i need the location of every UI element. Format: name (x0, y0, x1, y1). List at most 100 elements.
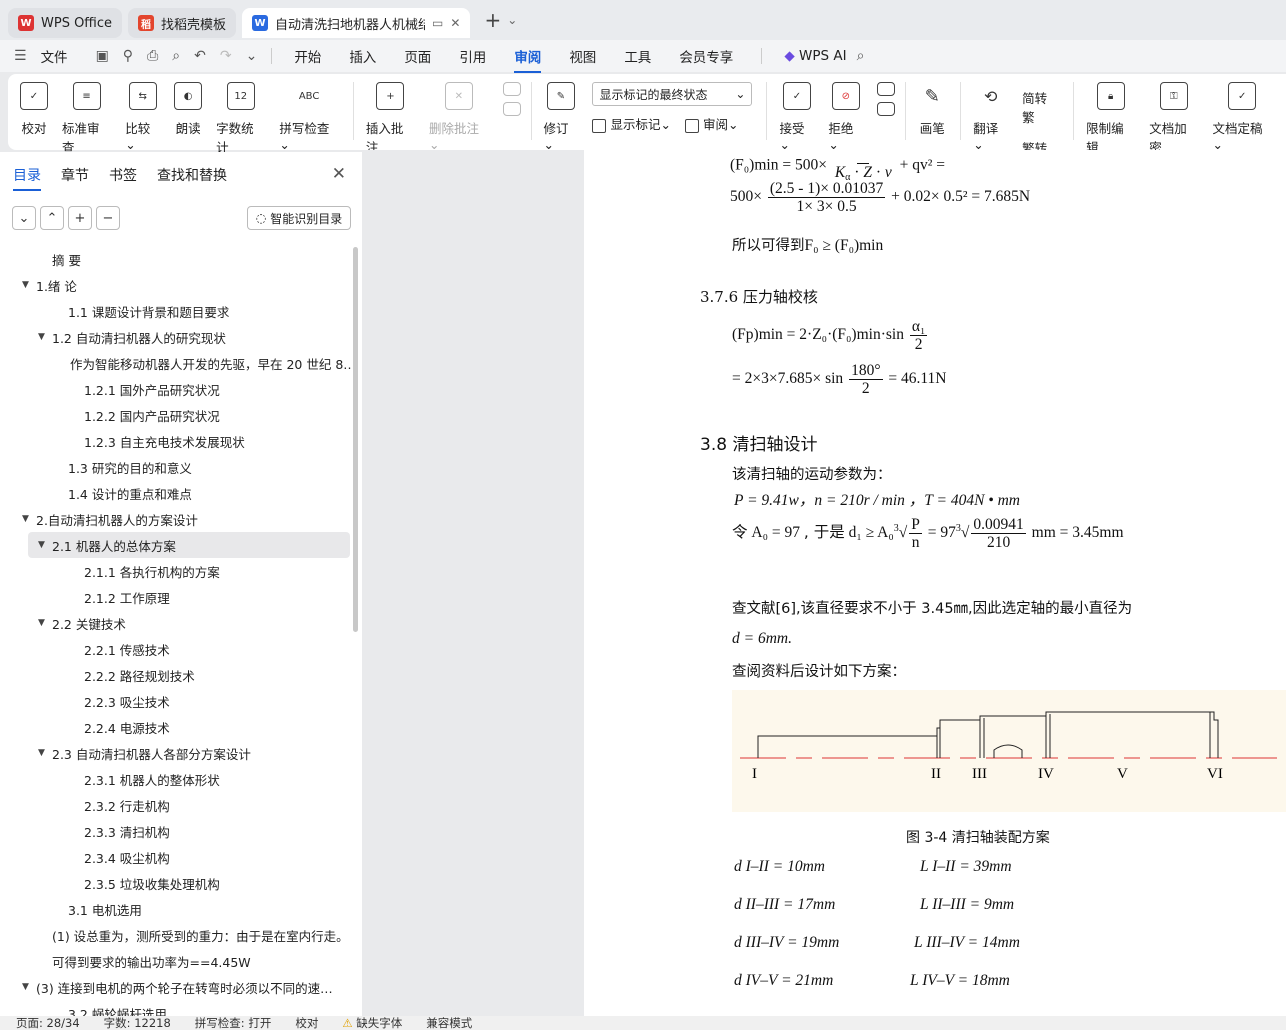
display-state-select[interactable]: 显示标记的最终状态 ⌄ (592, 82, 753, 106)
menu-file[interactable]: 文件 (41, 46, 68, 66)
toc-item[interactable]: 3.1 电机选用 (0, 896, 352, 922)
restrict-edit-button[interactable]: 🔒︎ 限制编辑 (1086, 82, 1135, 156)
toc-item[interactable]: 2.1.2 工作原理 (0, 584, 352, 610)
toc-item[interactable]: 1.4 设计的重点和难点 (0, 480, 352, 506)
menu-reference[interactable]: 引用 (459, 46, 486, 66)
toc-item[interactable]: 2.3.3 清扫机构 (0, 818, 352, 844)
track-changes-button[interactable]: ✎ 修订⌄ (544, 82, 579, 152)
finalize-button[interactable]: ✓ 文档定稿⌄ (1212, 82, 1272, 152)
review-pane-button[interactable]: 审阅⌄ (684, 114, 738, 133)
toc-item[interactable]: 1.2.1 国外产品研究状况 (0, 376, 352, 402)
translate-button[interactable]: ⟲ 翻译⌄ (973, 82, 1008, 153)
toc-item[interactable]: ▼ 2.自动清扫机器人的方案设计 (0, 506, 352, 532)
ink-button[interactable]: ✎ 画笔 (918, 82, 946, 137)
add-icon[interactable]: + (68, 206, 92, 230)
close-icon[interactable]: ✕ (450, 16, 460, 30)
toc-item[interactable]: ▼ 2.3 自动清扫机器人各部分方案设计 (0, 740, 352, 766)
compare-button[interactable]: ⇆ 比较⌄ (125, 82, 160, 152)
show-marks-button[interactable]: 显示标记⌄ (592, 114, 671, 133)
toc-item[interactable]: 2.2.3 吸尘技术 (0, 688, 352, 714)
chevron-down-icon[interactable]: ⌄ (507, 13, 517, 27)
menu-view[interactable]: 视图 (569, 46, 596, 66)
chevron-down-icon[interactable]: ▼ (38, 332, 52, 342)
toc-item[interactable]: 2.2.2 路径规划技术 (0, 662, 352, 688)
word-count-button[interactable]: 12 字数统计 (216, 82, 265, 156)
chevron-down-icon[interactable]: ▼ (22, 982, 36, 992)
tab-document[interactable]: W 自动清洗扫地机器人机械结构 ▭ ✕ (242, 8, 471, 38)
undo-icon[interactable]: ↶ (194, 48, 206, 64)
tab-wps-office[interactable]: W WPS Office (8, 8, 123, 38)
chevron-down-icon[interactable]: ▼ (38, 748, 52, 758)
toc-item[interactable]: 1.2.2 国内产品研究状况 (0, 402, 352, 428)
tab-template[interactable]: 稻 找稻壳模板 (128, 8, 237, 38)
save-icon[interactable]: ▣ (96, 48, 109, 64)
close-icon[interactable]: ✕ (332, 164, 346, 184)
proof-button[interactable]: ✓ 校对 (20, 82, 48, 137)
scrollbar[interactable] (353, 247, 358, 632)
new-tab-icon[interactable]: + (484, 8, 501, 32)
toc-item[interactable]: 1.3 研究的目的和意义 (0, 454, 352, 480)
word-count-status[interactable]: 字数: 12218 (104, 1016, 171, 1030)
toc-item[interactable]: 摘 要 (0, 246, 352, 272)
toc-item[interactable]: ▼ 2.2 关键技术 (0, 610, 352, 636)
toc-item[interactable]: ▼ 1.2 自动清扫机器人的研究现状 (0, 324, 352, 350)
menu-wps-ai[interactable]: ◆ WPS AI (784, 48, 846, 64)
smart-toc-button[interactable]: ◌ 智能识别目录 (247, 206, 351, 230)
hamburger-icon[interactable]: ☰ (14, 48, 27, 64)
chevron-down-icon[interactable]: ▼ (38, 540, 52, 550)
toc-item[interactable]: ▼ 2.1 机器人的总体方案 (28, 532, 350, 558)
change-nav-button[interactable] (877, 82, 896, 124)
tab-bookmarks[interactable]: 书签 (109, 165, 137, 185)
menu-page[interactable]: 页面 (404, 46, 431, 66)
redo-icon[interactable]: ↷ (220, 48, 232, 64)
toc-item[interactable]: 1.1 课题设计背景和题目要求 (0, 298, 352, 324)
toc-item[interactable]: 2.3.4 吸尘机构 (0, 844, 352, 870)
chevron-down-icon[interactable]: ▼ (22, 514, 36, 524)
spell-check-status[interactable]: 拼写检查: 打开 (195, 1016, 272, 1030)
accept-button[interactable]: ✓ 接受⌄ (779, 82, 814, 152)
tab-toc[interactable]: 目录 (13, 165, 41, 191)
menu-start[interactable]: 开始 (294, 46, 321, 66)
print-preview-icon[interactable]: ⌕ (172, 48, 180, 64)
expand-icon[interactable]: ⌃ (40, 206, 64, 230)
toc-item[interactable]: 可得到要求的输出功率为==4.45W (0, 948, 352, 974)
to-traditional-button[interactable]: 简转繁 (1022, 88, 1059, 126)
toc-item[interactable]: 2.2.1 传感技术 (0, 636, 352, 662)
toc-item[interactable]: ▼ (3) 连接到电机的两个轮子在转弯时必须以不同的速… (0, 974, 352, 1000)
menu-tools[interactable]: 工具 (624, 46, 651, 66)
missing-font-status[interactable]: ⚠ 缺失字体 (342, 1016, 402, 1030)
toc-item[interactable]: 作为智能移动机器人开发的先驱，早在 20 世纪 8… (0, 350, 352, 376)
insert-comment-button[interactable]: + 插入批注 (366, 82, 415, 156)
menu-member[interactable]: 会员专享 (679, 46, 733, 66)
std-review-button[interactable]: ≡ 标准审查 (62, 82, 111, 156)
tab-find-replace[interactable]: 查找和替换 (157, 165, 227, 185)
toc-item[interactable]: ▼ 1.绪 论 (0, 272, 352, 298)
toc-item[interactable]: 1.2.3 自主充电技术发展现状 (0, 428, 352, 454)
chevron-down-icon[interactable]: ▼ (38, 618, 52, 628)
page-indicator[interactable]: 页面: 28/34 (16, 1016, 80, 1030)
menu-insert[interactable]: 插入 (349, 46, 376, 66)
delete-comment-button[interactable]: ✕ 删除批注⌄ (429, 82, 489, 152)
tab-chapters[interactable]: 章节 (61, 165, 89, 185)
menu-review[interactable]: 审阅 (514, 46, 542, 73)
read-aloud-button[interactable]: ◐ 朗读 (174, 82, 203, 137)
toc-item[interactable]: (1) 设总重为，测所受到的重力：由于是在室内行走。 (0, 922, 352, 948)
reject-button[interactable]: ⊘ 拒绝⌄ (828, 82, 863, 152)
monitor-icon[interactable]: ▭ (432, 16, 443, 30)
proof-status[interactable]: 校对 (295, 1016, 318, 1030)
more-icon[interactable]: ⌄ (246, 48, 258, 64)
chevron-down-icon[interactable]: ▼ (22, 280, 36, 290)
search-icon[interactable]: ⌕ (857, 48, 865, 64)
toc-item[interactable]: 2.3.5 垃圾收集处理机构 (0, 870, 352, 896)
remove-icon[interactable]: − (96, 206, 120, 230)
encrypt-button[interactable]: ⚿ 文档加密 (1149, 82, 1198, 156)
collapse-icon[interactable]: ⌄ (12, 206, 36, 230)
share-icon[interactable]: ⚲ (123, 48, 133, 64)
toc-item[interactable]: 2.1.1 各执行机构的方案 (0, 558, 352, 584)
toc-item[interactable]: 2.2.4 电源技术 (0, 714, 352, 740)
comment-nav-button[interactable] (502, 82, 521, 124)
toc-item[interactable]: 2.3.2 行走机构 (0, 792, 352, 818)
spell-check-button[interactable]: ABC 拼写检查⌄ (279, 82, 339, 153)
print-icon[interactable]: ⎙ (147, 48, 158, 64)
toc-item[interactable]: 2.3.1 机器人的整体形状 (0, 766, 352, 792)
